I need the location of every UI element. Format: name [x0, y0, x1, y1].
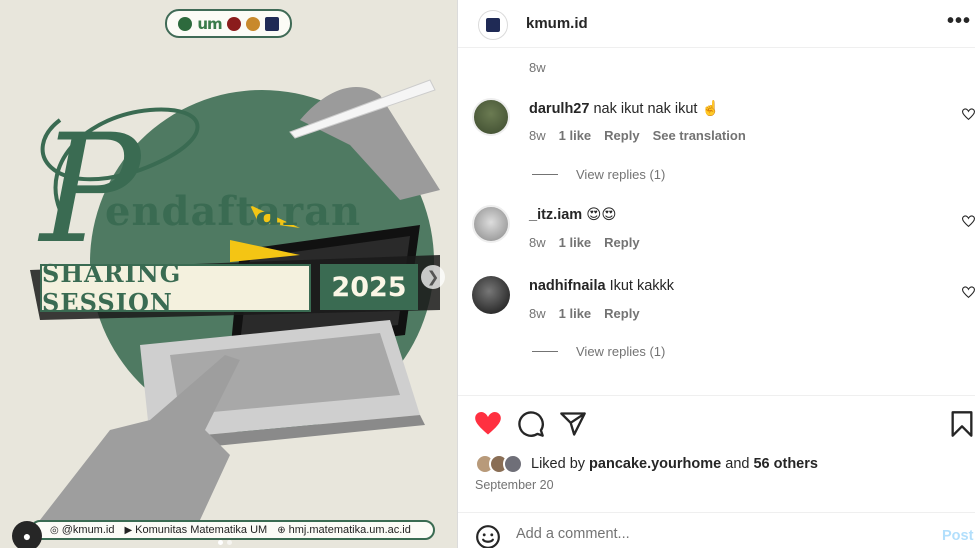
view-replies-label: View replies (1)	[576, 344, 666, 359]
chevron-right-icon: ❯	[426, 269, 440, 286]
comment-body: 😍😍	[586, 207, 617, 223]
likes-others[interactable]: 56 others	[753, 456, 817, 472]
comment-text: nadhifnaila Ikut kakkk	[529, 278, 674, 294]
comment-text: _itz.iam 😍😍	[529, 207, 616, 223]
more-horizontal-icon[interactable]: •••	[947, 10, 971, 33]
footer-instagram: ◎ @kmum.id	[50, 524, 115, 536]
post-header: kmum.id •••	[458, 0, 975, 48]
post-media[interactable]: um Pendaftaran SHARING SESSION 2025 ❯ ◎ @…	[0, 0, 457, 548]
shield-logo-icon	[226, 16, 241, 31]
um-logo: um	[197, 14, 222, 33]
year-label: 2025	[331, 271, 407, 303]
carousel-dot	[218, 540, 223, 545]
comment-body: Ikut kakkk	[609, 278, 675, 294]
post-actions: Liked by pancake.yourhome and 56 others …	[458, 395, 975, 548]
user-icon: ●	[22, 528, 32, 544]
footer-youtube: ▶ Komunitas Matematika UM	[124, 524, 268, 536]
commenter-username[interactable]: darulh27	[529, 101, 589, 117]
author-avatar[interactable]	[478, 10, 508, 40]
add-comment-bar: Post	[458, 512, 975, 548]
likes-summary: Liked by pancake.yourhome and 56 others	[475, 454, 818, 474]
post-title-rest: endaftaran	[105, 188, 362, 235]
see-translation-button[interactable]: See translation	[653, 128, 746, 143]
youtube-icon: ▶	[124, 524, 133, 536]
commenter-avatar[interactable]	[472, 205, 510, 243]
liker-avatar	[503, 454, 523, 474]
reply-button[interactable]: Reply	[604, 306, 639, 321]
caption-time: 8w	[529, 60, 546, 75]
kmum-logo-icon	[486, 18, 500, 32]
post-comment-button[interactable]: Post	[942, 528, 973, 544]
likes-user[interactable]: pancake.yourhome	[589, 456, 721, 472]
heart-outline-icon[interactable]	[962, 215, 975, 228]
view-replies-button[interactable]: View replies (1)	[532, 344, 665, 359]
session-banner: SHARING SESSION	[40, 259, 311, 317]
author-username[interactable]: kmum.id	[526, 15, 588, 32]
heart-outline-icon[interactable]	[962, 108, 975, 121]
comments-panel: kmum.id ••• 8w darulh27 nak ikut nak iku…	[457, 0, 975, 548]
tagged-users-button[interactable]: ●	[12, 521, 42, 548]
year-banner: 2025	[320, 264, 418, 310]
carousel-dot	[227, 540, 232, 545]
reply-button[interactable]: Reply	[604, 128, 639, 143]
comment-body: nak ikut nak ikut ☝️	[593, 101, 720, 117]
comment-icon[interactable]	[517, 410, 545, 438]
carousel-next-button[interactable]: ❯	[421, 265, 445, 289]
likes-and: and	[725, 456, 750, 472]
session-label: SHARING SESSION	[42, 259, 182, 317]
university-logo-icon	[178, 16, 193, 31]
view-replies-button[interactable]: View replies (1)	[532, 167, 665, 182]
likes-prefix: Liked by	[531, 456, 586, 472]
comment-time: 8w	[529, 306, 546, 321]
comment-likes[interactable]: 1 like	[559, 235, 592, 250]
kmum-logo-icon	[264, 16, 279, 31]
heart-filled-icon[interactable]	[474, 410, 502, 438]
comment-input[interactable]	[516, 526, 916, 542]
reply-button[interactable]: Reply	[604, 235, 639, 250]
emblem-logo-icon	[245, 16, 260, 31]
commenter-avatar[interactable]	[472, 276, 510, 314]
comment-text: darulh27 nak ikut nak ikut ☝️	[529, 100, 720, 117]
emoji-icon[interactable]	[475, 524, 501, 548]
comment-meta: 8w 1 like Reply See translation	[529, 128, 746, 143]
commenter-username[interactable]: _itz.iam	[529, 207, 582, 223]
comment-likes[interactable]: 1 like	[559, 306, 592, 321]
heart-outline-icon[interactable]	[962, 286, 975, 299]
comment-meta: 8w 1 like Reply	[529, 235, 640, 250]
globe-icon: ⊕	[277, 524, 286, 536]
post-title: Pendaftaran	[40, 103, 360, 277]
send-icon[interactable]	[559, 410, 587, 438]
instagram-icon: ◎	[50, 524, 59, 536]
footer-website: ⊕ hmj.matematika.um.ac.id	[277, 524, 411, 536]
commenter-username[interactable]: nadhifnaila	[529, 278, 606, 294]
view-replies-label: View replies (1)	[576, 167, 666, 182]
comment-time: 8w	[529, 235, 546, 250]
bookmark-icon[interactable]	[948, 410, 975, 438]
comment-likes[interactable]: 1 like	[559, 128, 592, 143]
liker-avatars	[475, 454, 523, 474]
carousel-dots	[218, 540, 232, 545]
comment-time: 8w	[529, 128, 546, 143]
post-date[interactable]: September 20	[475, 478, 554, 492]
commenter-avatar[interactable]	[472, 98, 510, 136]
org-logos: um	[165, 9, 292, 38]
comment-meta: 8w 1 like Reply	[529, 306, 640, 321]
post-footer: ◎ @kmum.id ▶ Komunitas Matematika UM ⊕ hmj.…	[30, 520, 435, 540]
